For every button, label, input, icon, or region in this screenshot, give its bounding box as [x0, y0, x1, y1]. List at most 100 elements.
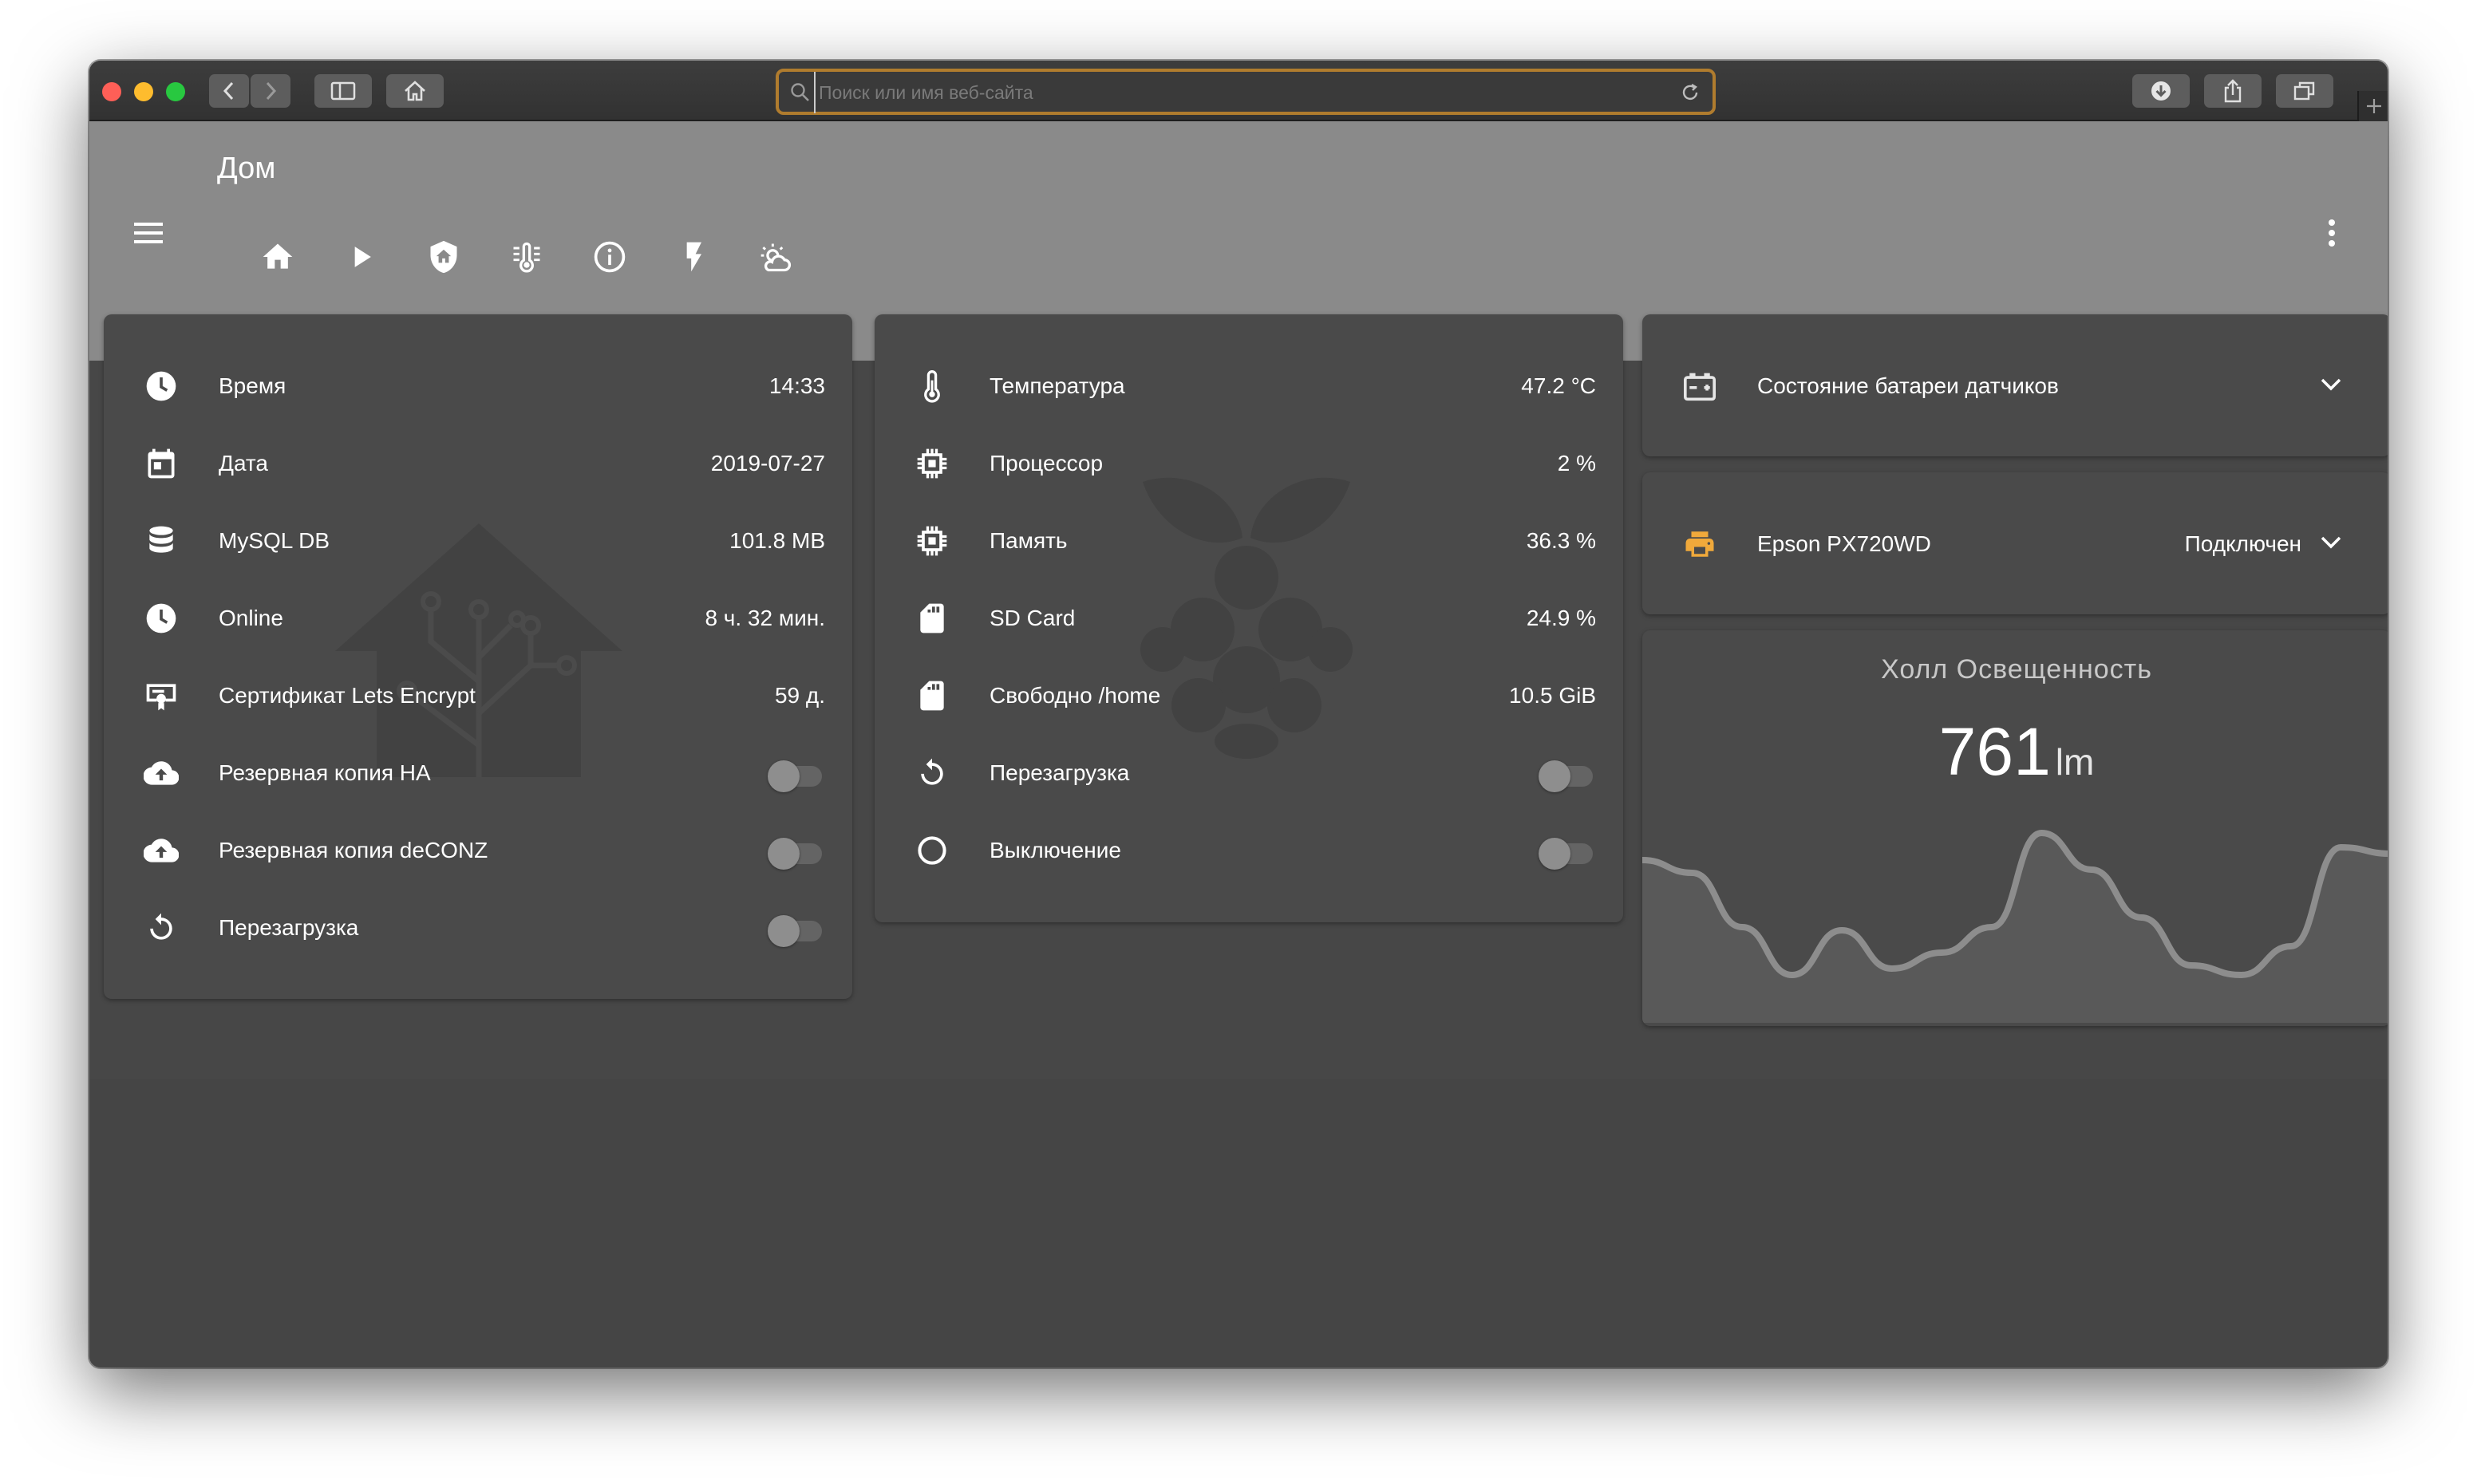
battery-status-label: Состояние батареи датчиков: [1757, 373, 2059, 398]
system-label: Резервная копия deCONZ: [219, 838, 488, 862]
pi-value: 2 %: [1557, 451, 1596, 476]
tab-weather[interactable]: [736, 225, 816, 300]
thermometer-lines-icon: [513, 242, 540, 273]
system-value: 14:33: [768, 373, 825, 398]
toggle-switch[interactable]: [1539, 836, 1596, 870]
toggle-knob[interactable]: [768, 915, 800, 947]
toggle-switch[interactable]: [768, 914, 825, 947]
downloads-button[interactable]: [2132, 74, 2190, 108]
pi-row: Память 36.3 %: [875, 503, 1623, 579]
pi-value: 36.3 %: [1526, 528, 1596, 553]
system-label: Перезагрузка: [219, 915, 359, 940]
share-icon: [2224, 79, 2242, 103]
system-row: Сертификат Lets Encrypt 59 д.: [104, 657, 852, 734]
system-row[interactable]: Резервная копия deCONZ: [104, 812, 852, 889]
sensor-value: 761: [1938, 714, 2051, 789]
printer-status: Подключен: [2184, 531, 2301, 556]
tab-home[interactable]: [238, 225, 318, 300]
toggle-knob[interactable]: [1539, 760, 1570, 792]
system-value: 59 д.: [774, 683, 825, 708]
system-row: Время 14:33: [104, 348, 852, 424]
system-label: Сертификат Lets Encrypt: [219, 683, 476, 708]
sensor-value-block: 761 lm: [1642, 713, 2388, 791]
minimize-window-button[interactable]: [134, 82, 153, 101]
battery-status-row[interactable]: Состояние батареи датчиков: [1642, 348, 2388, 424]
pi-row: SD Card 24.9 %: [875, 580, 1623, 657]
system-row: Online 8 ч. 32 мин.: [104, 580, 852, 657]
certificate-icon: [142, 677, 180, 715]
sidebar-toggle-button[interactable]: [314, 74, 372, 108]
tab-security[interactable]: [404, 225, 484, 300]
tab-media[interactable]: [321, 225, 401, 300]
share-button[interactable]: [2204, 74, 2262, 108]
tab-info[interactable]: [570, 225, 650, 300]
sidebar-icon: [330, 81, 356, 101]
printer-name: Epson PX720WD: [1757, 531, 1931, 556]
clock-icon: [142, 599, 180, 637]
weather-partly-cloudy-icon: [760, 243, 792, 272]
system-row[interactable]: Резервная копия HA: [104, 735, 852, 811]
page-title: Дом: [217, 152, 276, 185]
toggle-knob[interactable]: [1539, 838, 1570, 870]
chevron-down-icon[interactable]: [2319, 377, 2343, 393]
system-label: Online: [219, 606, 283, 630]
toggle-switch[interactable]: [768, 836, 825, 870]
home-page-button[interactable]: [386, 74, 444, 108]
system-value: 101.8 MB: [729, 528, 825, 553]
database-icon: [142, 522, 180, 560]
pi-label: Свободно /home: [990, 683, 1161, 708]
cloud-upload-icon: [142, 831, 180, 870]
system-label: MySQL DB: [219, 528, 330, 553]
plus-icon: [2367, 99, 2381, 113]
sd-card-icon: [913, 599, 951, 637]
printer-icon: [1685, 531, 1714, 557]
system-value: 8 ч. 32 мин.: [705, 606, 825, 630]
browser-toolbar: [89, 61, 2388, 121]
sensor-title: Холл Освещенность: [1881, 654, 2152, 685]
shield-home-icon: [430, 240, 457, 274]
pi-value: 10.5 GiB: [1509, 683, 1596, 708]
system-label: Время: [219, 373, 286, 398]
download-icon: [2151, 81, 2171, 101]
illuminance-sensor-card[interactable]: Холл Освещенность 761 lm: [1642, 630, 2388, 1026]
restart-icon: [913, 754, 951, 792]
system-label: Резервная копия HA: [219, 760, 431, 785]
chevron-down-icon[interactable]: [2319, 535, 2343, 551]
battery-status-card[interactable]: Состояние батареи датчиков: [1642, 314, 2388, 456]
pi-row[interactable]: Перезагрузка: [875, 735, 1623, 811]
pi-label: Перезагрузка: [990, 760, 1130, 785]
system-info-card: Время 14:33 Дата 2019-07-27 MySQL DB 101.8 MB…: [104, 314, 852, 999]
chip-icon: [913, 522, 951, 560]
pi-row[interactable]: Выключение: [875, 812, 1623, 889]
cloud-upload-icon: [142, 754, 180, 792]
chip-icon: [913, 444, 951, 483]
tabs-overview-button[interactable]: [2276, 74, 2333, 108]
pi-row: Процессор 2 %: [875, 425, 1623, 502]
forward-button[interactable]: [251, 74, 290, 108]
address-bar[interactable]: [776, 69, 1716, 115]
tab-climate[interactable]: [487, 225, 567, 300]
pi-label: Память: [990, 528, 1068, 553]
toggle-switch[interactable]: [1539, 759, 1596, 792]
printer-row[interactable]: Epson PX720WD Подключен: [1642, 506, 2388, 582]
sd-card-icon: [913, 677, 951, 715]
toggle-knob[interactable]: [768, 760, 800, 792]
tab-energy[interactable]: [653, 225, 733, 300]
printer-card[interactable]: Epson PX720WD Подключен: [1642, 472, 2388, 614]
more-vertical-icon[interactable]: [2325, 219, 2338, 247]
battery-charging-icon: [1684, 373, 1716, 401]
power-circle-icon: [913, 831, 951, 870]
menu-icon[interactable]: [132, 220, 164, 246]
zoom-window-button[interactable]: [166, 82, 185, 101]
page-background: [89, 1079, 2388, 1368]
reload-icon[interactable]: [1679, 81, 1701, 104]
close-window-button[interactable]: [102, 82, 121, 101]
play-icon: [354, 247, 371, 267]
toggle-knob[interactable]: [768, 838, 800, 870]
calendar-icon: [142, 444, 180, 483]
address-input[interactable]: [814, 72, 1666, 113]
back-button[interactable]: [209, 74, 249, 108]
toggle-switch[interactable]: [768, 759, 825, 792]
system-row[interactable]: Перезагрузка: [104, 890, 852, 966]
new-tab-button[interactable]: [2357, 91, 2388, 121]
